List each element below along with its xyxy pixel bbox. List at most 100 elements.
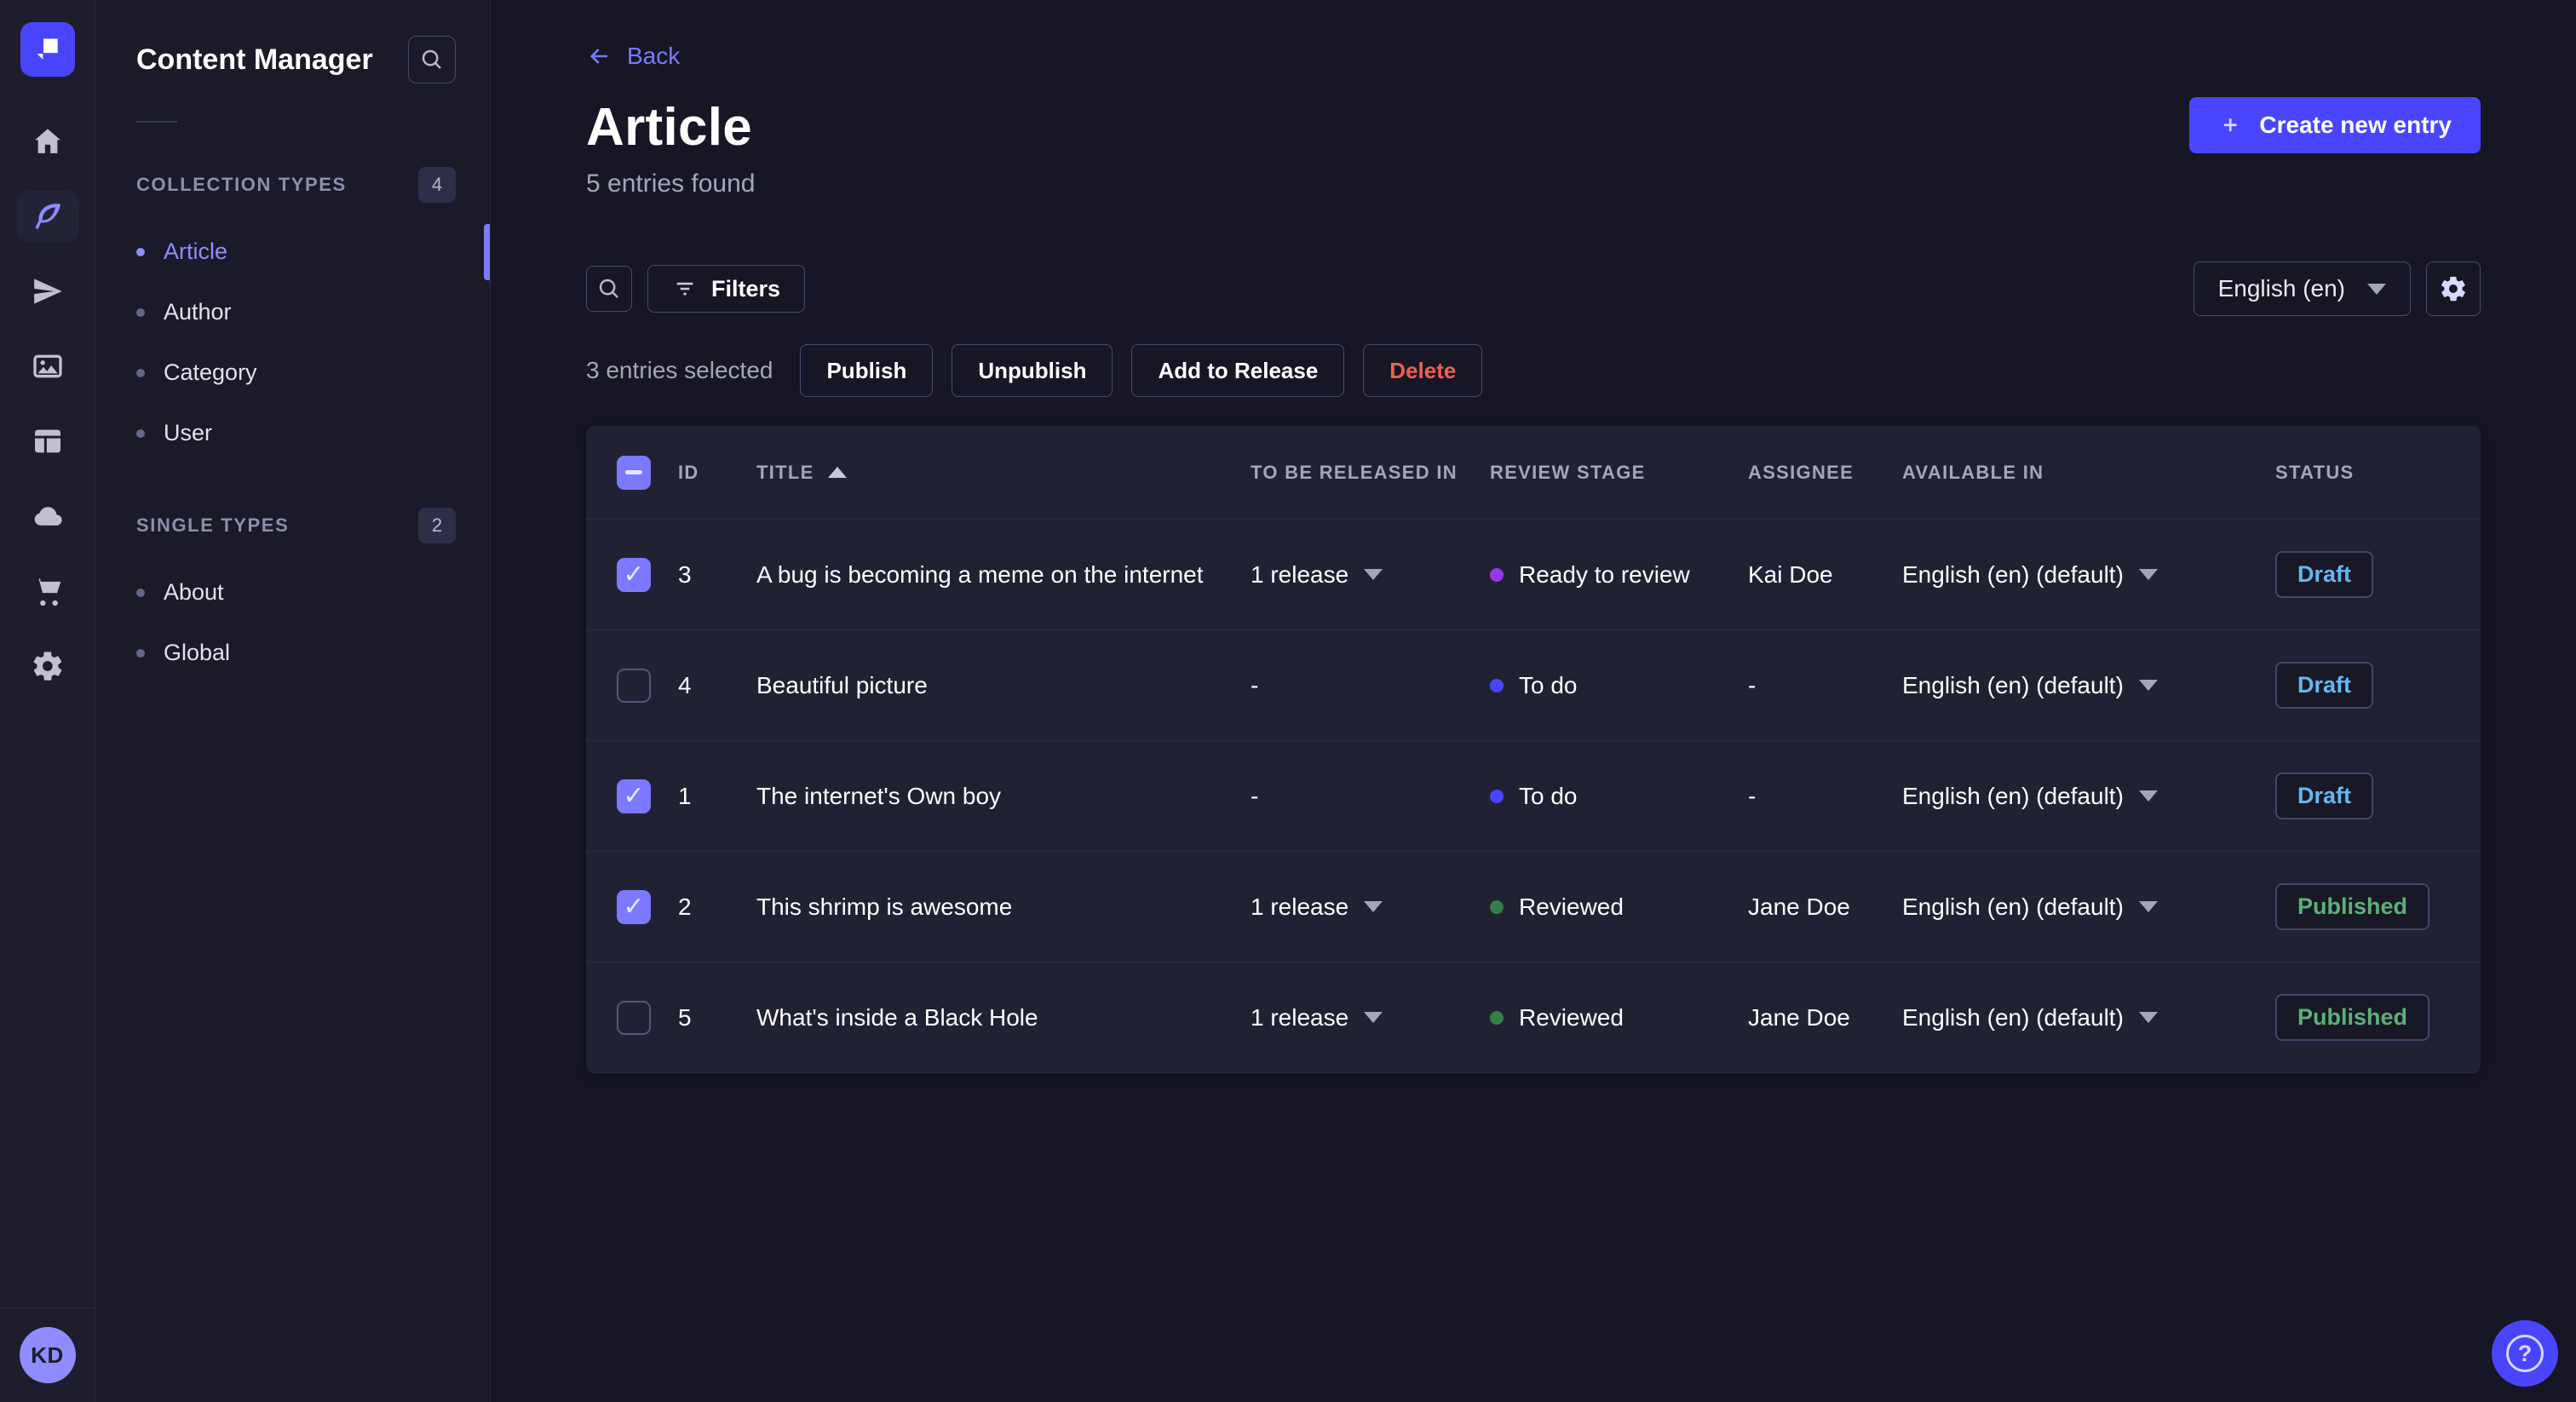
create-new-entry-button[interactable]: Create new entry — [2189, 97, 2481, 153]
column-header-available-in[interactable]: AVAILABLE IN — [1902, 462, 2275, 484]
cell-to-be-released-in[interactable]: - — [1251, 672, 1490, 699]
cell-to-be-released-in[interactable]: - — [1251, 783, 1490, 810]
cell-available-in[interactable]: English (en) (default) — [1902, 561, 2275, 589]
table-row[interactable]: 5 What's inside a Black Hole 1 release R… — [586, 962, 2481, 1073]
sidebar-header: Content Manager — [95, 0, 490, 83]
sidebar-item[interactable]: Global — [95, 623, 490, 683]
view-settings-button[interactable] — [2426, 261, 2481, 316]
chevron-down-icon — [2367, 283, 2386, 295]
cell-to-be-released-in[interactable]: 1 release — [1251, 1004, 1490, 1031]
single-types-list: About Global — [95, 562, 490, 683]
table-header-row: ID TITLE TO BE RELEASED IN REVIEW STAGE … — [586, 426, 2481, 520]
cell-to-be-released-in[interactable]: 1 release — [1251, 561, 1490, 589]
table-row[interactable]: 1 The internet's Own boy - To do - Engli… — [586, 741, 2481, 852]
bulk-action-button[interactable]: Add to Release — [1131, 344, 1345, 397]
column-header-status[interactable]: STATUS — [2275, 462, 2450, 484]
chevron-down-icon — [1364, 569, 1383, 580]
cell-assignee: Jane Doe — [1748, 893, 1850, 920]
single-types-section: SINGLE TYPES 2 About Global — [95, 508, 490, 683]
search-icon — [599, 279, 618, 298]
releases-icon[interactable] — [17, 266, 78, 317]
bulk-action-button[interactable]: Publish — [800, 344, 934, 397]
locale-select-value: English (en) — [2217, 275, 2345, 302]
bulk-action-button[interactable]: Delete — [1363, 344, 1483, 397]
bullet-icon — [136, 648, 145, 658]
sidebar-item[interactable]: Article — [95, 221, 490, 282]
cell-available-in[interactable]: English (en) (default) — [1902, 783, 2275, 810]
cell-id: 4 — [678, 671, 692, 698]
divider — [136, 121, 177, 123]
sidebar-item-label: About — [164, 579, 224, 605]
row-checkbox[interactable] — [617, 668, 651, 703]
cell-status: Published — [2275, 994, 2450, 1041]
settings-icon[interactable] — [17, 641, 78, 692]
select-all-checkbox[interactable] — [617, 455, 651, 490]
row-checkbox[interactable] — [617, 779, 651, 813]
cell-available-in[interactable]: English (en) (default) — [1902, 893, 2275, 921]
table-row[interactable]: 4 Beautiful picture - To do - English (e… — [586, 630, 2481, 741]
list-toolbar: Filters English (en) — [586, 261, 2481, 316]
cell-review-stage: Reviewed — [1490, 1004, 1748, 1031]
sidebar-item-label: Author — [164, 299, 232, 325]
filters-button[interactable]: Filters — [647, 265, 806, 313]
cell-title: What's inside a Black Hole — [756, 1003, 1038, 1031]
cell-title: A bug is becoming a meme on the internet — [756, 560, 1204, 588]
media-library-icon[interactable] — [17, 341, 78, 392]
search-icon — [422, 49, 441, 69]
collection-types-list: Article Author Category User — [95, 221, 490, 463]
column-header-id[interactable]: ID — [678, 462, 756, 484]
content-type-builder-icon[interactable] — [17, 416, 78, 467]
sidebar-item[interactable]: About — [95, 562, 490, 623]
strapi-logo-glyph — [36, 38, 58, 60]
column-header-review-stage[interactable]: REVIEW STAGE — [1490, 462, 1748, 484]
chevron-down-icon — [2138, 569, 2158, 580]
row-checkbox[interactable] — [617, 889, 651, 924]
entries-count: 5 entries found — [586, 170, 756, 198]
chevron-down-icon — [2138, 790, 2158, 802]
cell-assignee: - — [1748, 782, 1757, 809]
status-badge: Published — [2275, 883, 2430, 930]
cell-id: 3 — [678, 560, 692, 588]
table-search-button[interactable] — [586, 266, 632, 312]
bulk-actions-bar: 3 entries selected Publish Unpublish Add… — [586, 344, 2481, 397]
home-icon[interactable] — [17, 116, 78, 167]
cloud-icon[interactable] — [17, 491, 78, 542]
chevron-down-icon — [1364, 1012, 1383, 1023]
content-search-button[interactable] — [408, 36, 456, 83]
sidebar-item[interactable]: Author — [95, 282, 490, 342]
cell-available-in[interactable]: English (en) (default) — [1902, 1004, 2275, 1031]
row-checkbox[interactable] — [617, 557, 651, 592]
status-badge: Draft — [2275, 662, 2374, 709]
table-row[interactable]: 3 A bug is becoming a meme on the intern… — [586, 520, 2481, 630]
user-avatar[interactable]: KD — [19, 1327, 76, 1383]
marketplace-icon[interactable] — [17, 566, 78, 617]
bullet-icon — [136, 368, 145, 377]
strapi-logo[interactable] — [20, 22, 75, 77]
back-link[interactable]: Back — [586, 43, 680, 70]
page-title: Article — [586, 98, 753, 157]
sort-ascending-icon — [827, 467, 847, 478]
cell-assignee: - — [1748, 671, 1757, 698]
cell-review-stage: To do — [1490, 672, 1748, 699]
table-row[interactable]: 2 This shrimp is awesome 1 release Revie… — [586, 852, 2481, 962]
cell-assignee: Jane Doe — [1748, 1003, 1850, 1031]
sidebar-title: Content Manager — [136, 43, 373, 76]
sidebar-item-label: User — [164, 420, 213, 445]
section-label: COLLECTION TYPES — [136, 174, 347, 195]
row-checkbox[interactable] — [617, 1000, 651, 1035]
stage-dot-icon — [1490, 789, 1504, 803]
column-header-to-be-released-in[interactable]: TO BE RELEASED IN — [1251, 462, 1490, 484]
bulk-action-button[interactable]: Unpublish — [952, 344, 1113, 397]
cell-title: Beautiful picture — [756, 671, 928, 698]
content-manager-icon[interactable] — [16, 191, 78, 242]
sidebar-item[interactable]: User — [95, 403, 490, 463]
cell-to-be-released-in[interactable]: 1 release — [1251, 893, 1490, 921]
sidebar-item[interactable]: Category — [95, 342, 490, 403]
chevron-down-icon — [2138, 1012, 2158, 1023]
column-header-assignee[interactable]: ASSIGNEE — [1748, 462, 1902, 484]
status-badge: Draft — [2275, 551, 2374, 598]
help-button[interactable] — [2492, 1320, 2558, 1387]
locale-select[interactable]: English (en) — [2193, 261, 2411, 316]
cell-available-in[interactable]: English (en) (default) — [1902, 672, 2275, 699]
column-header-title[interactable]: TITLE — [756, 462, 1251, 484]
